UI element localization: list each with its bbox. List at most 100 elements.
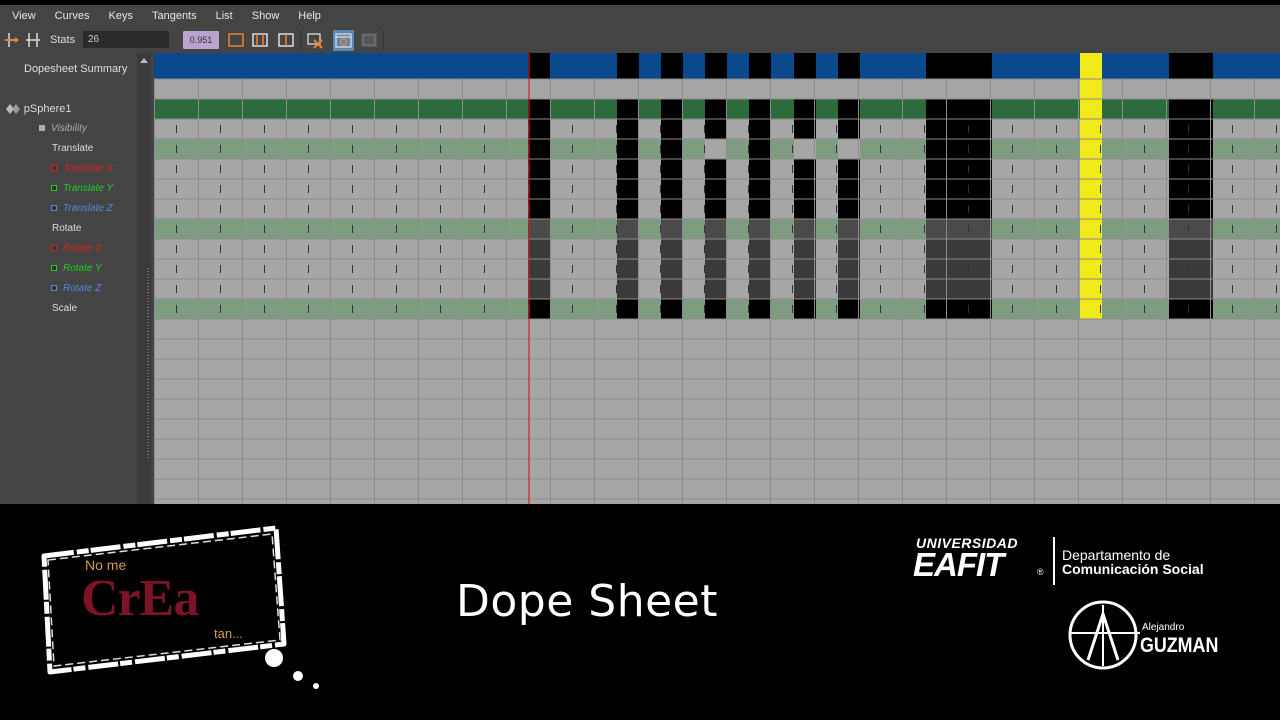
summary-key [617, 53, 639, 79]
channel-row[interactable]: Translate Y [51, 179, 113, 199]
scale-key [1169, 299, 1213, 319]
crea-logo: No me CrEa tan... [36, 524, 326, 694]
eafit-divider [1053, 537, 1055, 585]
group-key [926, 219, 992, 239]
channel-key [1169, 119, 1213, 219]
channel-label: Rotate Z [63, 283, 102, 294]
object-key [926, 99, 992, 119]
group-key [749, 219, 771, 239]
delete-channel-icon[interactable] [306, 31, 324, 49]
outliner-scrollbar[interactable] [137, 53, 151, 504]
channel-color-swatch [51, 265, 57, 272]
frame-all-icon[interactable] [227, 31, 245, 49]
menu-curves[interactable]: Curves [43, 10, 97, 22]
channel-color-swatch [51, 165, 57, 172]
crea-word: CrEa [81, 570, 199, 627]
dope-sheet-editor: View Curves Keys Tangents List Show Help… [0, 5, 1280, 504]
eafit-name-text: EAFIT [913, 546, 1004, 583]
channel-row[interactable]: Visibility [39, 119, 87, 139]
channel-row[interactable]: Translate [52, 139, 93, 159]
author-first-name: Alejandro [1142, 622, 1185, 633]
department-line-2: Comunicación Social [1062, 561, 1204, 577]
author-last-name: GUZMAN [1140, 634, 1219, 657]
crea-bottom-text: tan... [214, 626, 243, 641]
channel-row[interactable]: Rotate [52, 219, 81, 239]
scale-key [617, 299, 639, 319]
menu-tangents[interactable]: Tangents [140, 10, 204, 22]
channel-key-dim [749, 239, 771, 299]
toolbar-separator [383, 30, 384, 50]
channel-label: Translate X [63, 163, 114, 174]
scroll-grip[interactable] [147, 268, 149, 458]
hierarchy-toggle-icon[interactable] [360, 31, 378, 49]
channel-key [705, 119, 727, 219]
scale-key [661, 299, 683, 319]
move-keys-icon[interactable] [24, 31, 42, 49]
channel-key-dim [661, 239, 683, 299]
channel-label: Translate Z [63, 203, 113, 214]
channel-key-dim [617, 239, 639, 299]
scroll-up-arrow-icon[interactable] [140, 58, 148, 63]
menu-show[interactable]: Show [240, 10, 287, 22]
menu-help[interactable]: Help [286, 10, 328, 22]
dopesheet-summary[interactable]: Dopesheet Summary [24, 59, 127, 79]
channel-key [794, 119, 816, 219]
scale-key [528, 299, 550, 319]
channel-label: Rotate [52, 223, 82, 234]
channel-label: Translate [52, 143, 94, 154]
menu-keys[interactable]: Keys [97, 10, 140, 22]
summary-key [838, 53, 860, 79]
channel-row[interactable]: Translate Z [51, 199, 113, 219]
channel-color-swatch [39, 125, 45, 132]
video-banner: No me CrEa tan... Dope Sheet UNIVERSIDAD… [0, 504, 1280, 720]
scale-key [749, 299, 771, 319]
channel-row[interactable]: Scale [52, 299, 77, 319]
object-key [1169, 99, 1213, 119]
key-gap [705, 139, 727, 159]
key-gap [794, 139, 816, 159]
summary-key [794, 53, 816, 79]
channel-key-dim [528, 239, 550, 299]
channel-row[interactable]: Rotate Y [51, 259, 102, 279]
dope-sheet-graph[interactable] [154, 53, 1280, 504]
summary-key [926, 53, 992, 79]
group-key [838, 219, 860, 239]
channel-row[interactable]: Translate X [51, 159, 113, 179]
group-key [794, 219, 816, 239]
menu-view[interactable]: View [0, 10, 43, 22]
menu-list[interactable]: List [204, 10, 240, 22]
channel-color-swatch [51, 185, 57, 192]
channel-label: Rotate X [63, 243, 102, 254]
key-gap [838, 139, 860, 159]
channel-key [617, 119, 639, 219]
eafit-logo: UNIVERSIDAD EAFIT ® Departamento de Comu… [913, 534, 1243, 594]
object-label: pSphere1 [23, 103, 72, 115]
frame-playback-icon[interactable] [277, 31, 295, 49]
stats-field[interactable]: 26 [83, 31, 169, 48]
channel-label: Scale [52, 303, 78, 314]
expand-diamond-icon[interactable] [5, 103, 21, 115]
summary-key [1169, 53, 1213, 79]
summary-key [705, 53, 727, 79]
summary-toggle-icon[interactable] [333, 30, 354, 51]
scale-key [838, 299, 860, 319]
channel-key [749, 119, 771, 219]
toolbar: Stats 26 0.951 [0, 27, 1280, 54]
stats-label: Stats [50, 34, 76, 46]
eafit-registered-mark: ® [1037, 567, 1044, 577]
summary-key [528, 53, 550, 79]
object-key [617, 99, 639, 119]
channel-row[interactable]: Rotate X [51, 239, 102, 259]
frame-selection-icon[interactable] [251, 31, 269, 49]
channel-color-swatch [51, 285, 57, 292]
insert-key-icon[interactable] [3, 31, 21, 49]
channel-key [926, 119, 992, 219]
object-row[interactable]: pSphere1 [5, 99, 72, 119]
channel-row[interactable]: Rotate Z [51, 279, 101, 299]
menu-bar: View Curves Keys Tangents List Show Help [0, 5, 1280, 27]
value-field[interactable]: 0.951 [183, 31, 219, 49]
channel-label: Rotate Y [63, 263, 102, 274]
channel-key-dim [705, 239, 727, 299]
dope-sheet-grid[interactable] [154, 53, 1280, 504]
group-key [705, 219, 727, 239]
